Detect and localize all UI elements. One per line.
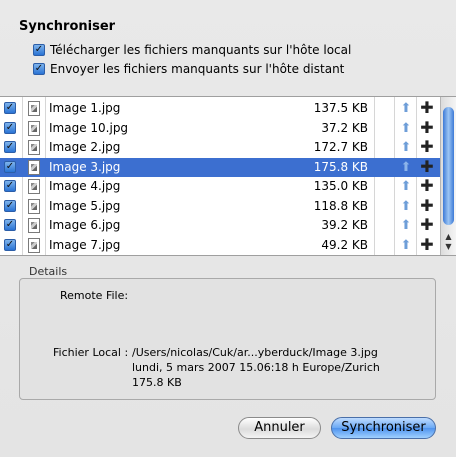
file-size: 49.2 KB	[321, 237, 368, 252]
file-include-checkbox[interactable]	[4, 102, 16, 114]
local-file-date: lundi, 5 mars 2007 15.06:18 h Europe/Zur…	[132, 361, 380, 374]
plus-icon[interactable]: ✚	[420, 100, 434, 116]
scroll-down-arrow-icon[interactable]: ▼	[444, 243, 453, 251]
jpeg-file-icon	[28, 101, 40, 116]
jpeg-file-icon	[28, 159, 40, 175]
upload-arrow-icon[interactable]: ⬆	[400, 239, 412, 252]
upload-missing-option[interactable]: Envoyer les fichiers manquants sur l'hôt…	[33, 62, 344, 76]
file-table[interactable]: Image 1.jpg 137.5 KB ⬆ ✚ Image 10.jpg 37.2 KB…	[0, 96, 456, 256]
upload-arrow-icon[interactable]: ⬆	[400, 102, 412, 115]
synchronize-button[interactable]: Synchroniser	[331, 417, 436, 439]
download-missing-label: Télécharger les fichiers manquants sur l…	[50, 43, 352, 57]
dialog-title: Synchroniser	[19, 19, 116, 34]
upload-missing-label: Envoyer les fichiers manquants sur l'hôt…	[50, 62, 345, 76]
upload-arrow-icon[interactable]: ⬆	[400, 219, 412, 232]
plus-icon[interactable]: ✚	[420, 178, 434, 194]
upload-arrow-icon[interactable]: ⬆	[400, 122, 412, 135]
jpeg-file-icon	[28, 179, 40, 194]
table-scrollbar[interactable]: ▲ ▼	[440, 97, 456, 255]
plus-icon[interactable]: ✚	[420, 119, 434, 135]
cancel-button[interactable]: Annuler	[238, 417, 321, 439]
file-name: Image 10.jpg	[49, 120, 129, 135]
remote-file-label: Remote File:	[60, 289, 129, 302]
upload-arrow-icon[interactable]: ⬆	[400, 180, 412, 193]
plus-icon[interactable]: ✚	[420, 217, 434, 233]
file-name: Image 5.jpg	[49, 198, 121, 213]
file-name: Image 1.jpg	[49, 101, 121, 115]
plus-icon[interactable]: ✚	[420, 197, 434, 213]
file-name: Image 4.jpg	[49, 179, 121, 193]
jpeg-file-icon	[28, 237, 40, 253]
details-panel: Remote File: Fichier Local : /Users/nico…	[19, 278, 436, 400]
jpeg-file-icon	[28, 140, 40, 155]
plus-icon[interactable]: ✚	[420, 236, 434, 252]
scroll-up-arrow-icon[interactable]: ▲	[444, 233, 453, 241]
file-name: Image 2.jpg	[49, 140, 121, 154]
file-name: Image 3.jpg	[49, 159, 121, 174]
jpeg-file-icon	[28, 218, 40, 233]
upload-arrow-icon[interactable]: ⬆	[400, 161, 412, 174]
file-size: 39.2 KB	[321, 218, 368, 232]
upload-missing-checkbox[interactable]	[33, 63, 45, 75]
sync-dialog: Synchroniser Télécharger les fichiers ma…	[0, 0, 456, 457]
file-size: 135.0 KB	[313, 179, 368, 193]
download-missing-option[interactable]: Télécharger les fichiers manquants sur l…	[33, 43, 351, 57]
file-name: Image 7.jpg	[49, 237, 121, 252]
file-row[interactable]: Image 4.jpg 135.0 KB ⬆ ✚	[0, 177, 440, 196]
file-size: 37.2 KB	[321, 120, 368, 135]
scrollbar-thumb[interactable]	[443, 107, 454, 225]
download-missing-checkbox[interactable]	[33, 44, 45, 56]
details-section-label: Details	[29, 265, 68, 278]
file-include-checkbox[interactable]	[4, 121, 16, 134]
file-row[interactable]: Image 1.jpg 137.5 KB ⬆ ✚	[0, 99, 440, 118]
file-include-checkbox[interactable]	[4, 160, 16, 173]
file-row[interactable]: Image 2.jpg 172.7 KB ⬆ ✚	[0, 138, 440, 157]
file-row[interactable]: Image 3.jpg 175.8 KB ⬆ ✚	[0, 157, 440, 177]
local-file-label: Fichier Local :	[53, 346, 129, 359]
upload-arrow-icon[interactable]: ⬆	[400, 141, 412, 154]
file-include-checkbox[interactable]	[4, 238, 16, 251]
jpeg-file-icon	[28, 120, 40, 136]
file-include-checkbox[interactable]	[4, 180, 16, 192]
file-include-checkbox[interactable]	[4, 199, 16, 212]
local-file-path: /Users/nicolas/Cuk/ar...yberduck/Image 3…	[132, 346, 378, 359]
file-size: 172.7 KB	[313, 140, 368, 154]
upload-arrow-icon[interactable]: ⬆	[400, 200, 412, 213]
local-file-size: 175.8 KB	[132, 376, 182, 389]
file-row[interactable]: Image 5.jpg 118.8 KB ⬆ ✚	[0, 197, 440, 216]
plus-icon[interactable]: ✚	[420, 158, 434, 174]
file-name: Image 6.jpg	[49, 218, 121, 232]
jpeg-file-icon	[28, 198, 40, 214]
file-row[interactable]: Image 6.jpg 39.2 KB ⬆ ✚	[0, 216, 440, 235]
file-row[interactable]: Image 10.jpg 37.2 KB ⬆ ✚	[0, 119, 440, 138]
file-row[interactable]: Image 7.jpg 49.2 KB ⬆ ✚	[0, 236, 440, 255]
file-include-checkbox[interactable]	[4, 141, 16, 153]
file-size: 175.8 KB	[313, 159, 368, 174]
file-size: 118.8 KB	[313, 198, 368, 213]
file-include-checkbox[interactable]	[4, 219, 16, 231]
file-size: 137.5 KB	[313, 101, 368, 115]
plus-icon[interactable]: ✚	[420, 139, 434, 155]
